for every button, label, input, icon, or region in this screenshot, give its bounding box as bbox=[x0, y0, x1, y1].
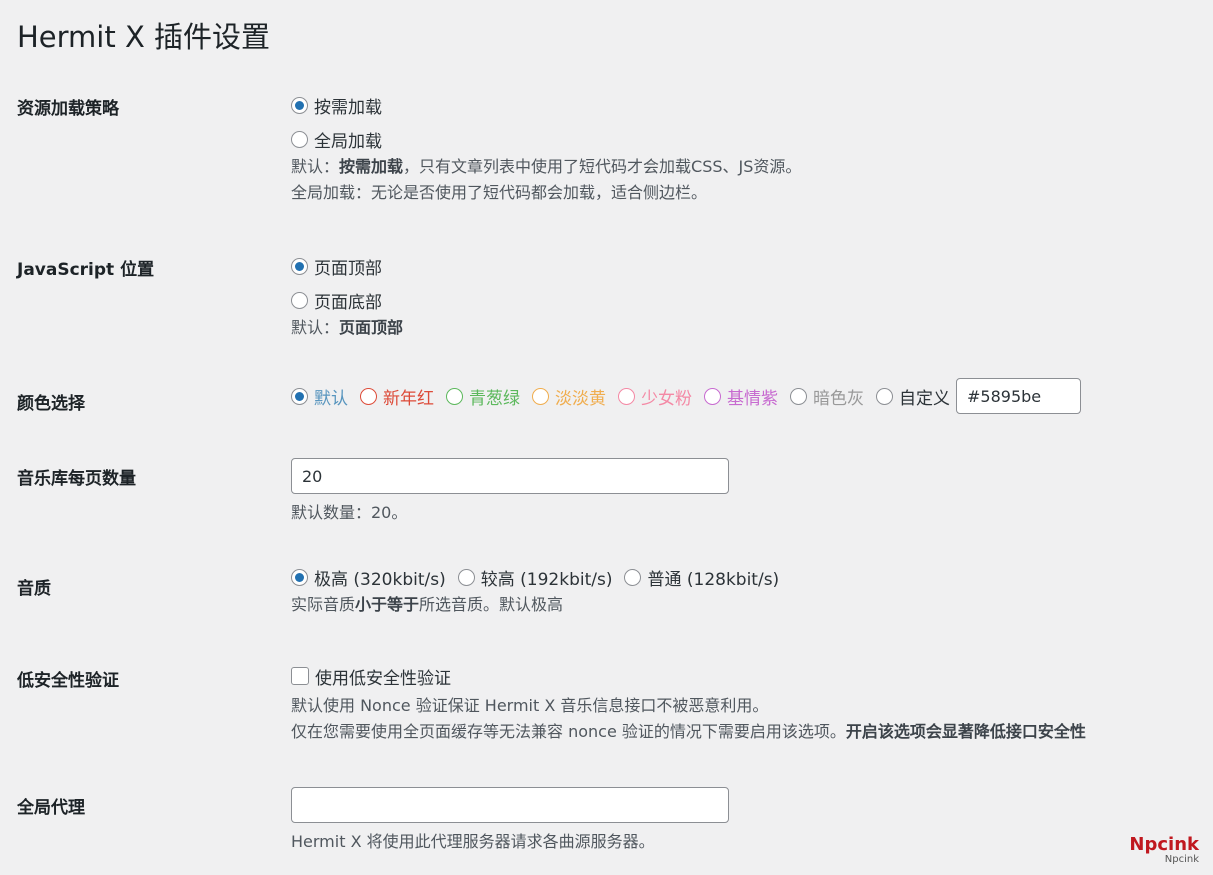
color-option-purple-control[interactable] bbox=[704, 387, 721, 405]
quality-field: 极高 (320kbit/s) 较高 (192kbit/s) 普通 (128kbi… bbox=[291, 564, 791, 618]
quality-desc-prefix: 实际音质 bbox=[291, 595, 356, 614]
color-option-yellow[interactable]: 淡淡黄 bbox=[532, 383, 606, 409]
radio-global-control[interactable] bbox=[291, 130, 308, 148]
radio-page-top[interactable]: 页面顶部 bbox=[291, 253, 403, 279]
radio-on-demand[interactable]: 按需加载 bbox=[291, 92, 801, 118]
low-security-desc-line2: 仅在您需要使用全页面缓存等无法兼容 nonce 验证的情况下需要启用该选项。 bbox=[291, 722, 846, 741]
music-per-page-label: 音乐库每页数量 bbox=[17, 469, 136, 489]
proxy-field: Hermit X 将使用此代理服务器请求各曲源服务器。 bbox=[291, 787, 729, 855]
color-option-pink[interactable]: 少女粉 bbox=[618, 383, 692, 409]
color-field: 默认 新年红 青葱绿 淡淡黄 少女粉 基情紫 暗色灰 自定义 bbox=[291, 378, 1081, 414]
radio-on-demand-label: 按需加载 bbox=[314, 97, 382, 118]
resource-strategy-field: 按需加载 全局加载 默认：按需加载，只有文章列表中使用了短代码才会加载CSS、J… bbox=[291, 92, 801, 206]
quality-option-high[interactable]: 极高 (320kbit/s) bbox=[291, 564, 446, 590]
color-option-green[interactable]: 青葱绿 bbox=[446, 383, 520, 409]
color-option-purple-label: 基情紫 bbox=[727, 388, 778, 409]
color-option-red-label: 新年红 bbox=[383, 388, 434, 409]
low-security-field: 使用低安全性验证 默认使用 Nonce 验证保证 Hermit X 音乐信息接口… bbox=[291, 663, 1086, 745]
color-option-red[interactable]: 新年红 bbox=[360, 383, 434, 409]
js-desc-bold: 页面顶部 bbox=[339, 318, 404, 337]
color-option-green-label: 青葱绿 bbox=[469, 388, 520, 409]
custom-color-input[interactable] bbox=[956, 378, 1081, 414]
quality-options: 极高 (320kbit/s) 较高 (192kbit/s) 普通 (128kbi… bbox=[291, 564, 791, 590]
color-option-yellow-label: 淡淡黄 bbox=[555, 388, 606, 409]
resource-desc-suffix: ，只有文章列表中使用了短代码才会加载CSS、JS资源。 bbox=[403, 157, 802, 176]
settings-page: Hermit X 插件设置 资源加载策略 按需加载 全局加载 默认：按需加载，只… bbox=[0, 0, 1213, 875]
quality-option-medium-label: 较高 (192kbit/s) bbox=[480, 569, 613, 590]
music-per-page-description: 默认数量：20。 bbox=[291, 503, 408, 522]
color-option-pink-label: 少女粉 bbox=[641, 388, 692, 409]
resource-desc-bold: 按需加载 bbox=[339, 157, 404, 176]
resource-strategy-description: 默认：按需加载，只有文章列表中使用了短代码才会加载CSS、JS资源。 全局加载：… bbox=[291, 154, 801, 206]
color-option-default-control[interactable] bbox=[291, 387, 308, 405]
radio-global[interactable]: 全局加载 bbox=[291, 126, 801, 152]
quality-option-normal-control[interactable] bbox=[624, 568, 642, 586]
radio-page-bottom-control[interactable] bbox=[291, 291, 308, 309]
low-security-description: 默认使用 Nonce 验证保证 Hermit X 音乐信息接口不被恶意利用。 仅… bbox=[291, 693, 1086, 745]
quality-label: 音质 bbox=[17, 579, 51, 599]
quality-option-high-control[interactable] bbox=[291, 568, 308, 586]
color-option-gray-control[interactable] bbox=[790, 387, 807, 405]
low-security-desc-line1: 默认使用 Nonce 验证保证 Hermit X 音乐信息接口不被恶意利用。 bbox=[291, 696, 769, 715]
color-option-gray-label: 暗色灰 bbox=[813, 388, 864, 409]
watermark-main: Npcink bbox=[1129, 834, 1199, 855]
quality-option-medium-control[interactable] bbox=[457, 568, 475, 586]
watermark-logo: Npcink Npcink bbox=[1129, 834, 1199, 866]
color-option-custom-label: 自定义 bbox=[899, 388, 950, 409]
page-title: Hermit X 插件设置 bbox=[17, 20, 271, 54]
music-per-page-input[interactable] bbox=[291, 458, 729, 494]
proxy-description: Hermit X 将使用此代理服务器请求各曲源服务器。 bbox=[291, 832, 655, 851]
color-option-purple[interactable]: 基情紫 bbox=[704, 383, 778, 409]
quality-desc-suffix: 所选音质。默认极高 bbox=[419, 595, 564, 614]
js-desc-prefix: 默认： bbox=[291, 318, 340, 337]
low-security-label: 低安全性验证 bbox=[17, 671, 119, 691]
color-option-default-label: 默认 bbox=[314, 388, 348, 409]
low-security-checkbox[interactable] bbox=[291, 667, 309, 685]
watermark-sub: Npcink bbox=[1164, 854, 1199, 865]
color-option-green-control[interactable] bbox=[446, 387, 463, 405]
quality-option-medium[interactable]: 较高 (192kbit/s) bbox=[457, 564, 613, 590]
radio-page-top-label: 页面顶部 bbox=[314, 258, 382, 279]
low-security-checkbox-label: 使用低安全性验证 bbox=[315, 668, 451, 689]
js-position-label: JavaScript 位置 bbox=[17, 260, 155, 280]
proxy-label: 全局代理 bbox=[17, 798, 85, 818]
color-option-gray[interactable]: 暗色灰 bbox=[790, 383, 864, 409]
color-option-custom-control[interactable] bbox=[876, 387, 893, 405]
radio-page-bottom[interactable]: 页面底部 bbox=[291, 287, 403, 313]
quality-desc-bold: 小于等于 bbox=[355, 595, 420, 614]
radio-global-label: 全局加载 bbox=[314, 131, 382, 152]
low-security-option[interactable]: 使用低安全性验证 bbox=[291, 663, 1086, 689]
quality-option-high-label: 极高 (320kbit/s) bbox=[314, 569, 446, 590]
low-security-desc-warning: 开启该选项会显著降低接口安全性 bbox=[845, 722, 1086, 741]
proxy-input[interactable] bbox=[291, 787, 729, 823]
js-position-field: 页面顶部 页面底部 默认：页面顶部 bbox=[291, 253, 403, 341]
resource-desc-global: 全局加载：无论是否使用了短代码都会加载，适合侧边栏。 bbox=[291, 183, 708, 202]
resource-strategy-label: 资源加载策略 bbox=[17, 99, 119, 119]
color-option-red-control[interactable] bbox=[360, 387, 377, 405]
music-per-page-field: 默认数量：20。 bbox=[291, 458, 729, 526]
color-option-yellow-control[interactable] bbox=[532, 387, 549, 405]
quality-option-normal[interactable]: 普通 (128kbit/s) bbox=[624, 564, 779, 590]
resource-desc-prefix: 默认： bbox=[291, 157, 340, 176]
quality-description: 实际音质小于等于所选音质。默认极高 bbox=[291, 592, 791, 618]
radio-on-demand-control[interactable] bbox=[291, 96, 308, 114]
quality-option-normal-label: 普通 (128kbit/s) bbox=[647, 569, 780, 590]
color-label: 颜色选择 bbox=[17, 394, 85, 414]
color-option-default[interactable]: 默认 bbox=[291, 383, 348, 409]
color-option-pink-control[interactable] bbox=[618, 387, 635, 405]
radio-page-bottom-label: 页面底部 bbox=[314, 292, 382, 313]
js-position-description: 默认：页面顶部 bbox=[291, 315, 403, 341]
color-option-custom[interactable]: 自定义 bbox=[876, 383, 950, 409]
radio-page-top-control[interactable] bbox=[291, 257, 308, 275]
